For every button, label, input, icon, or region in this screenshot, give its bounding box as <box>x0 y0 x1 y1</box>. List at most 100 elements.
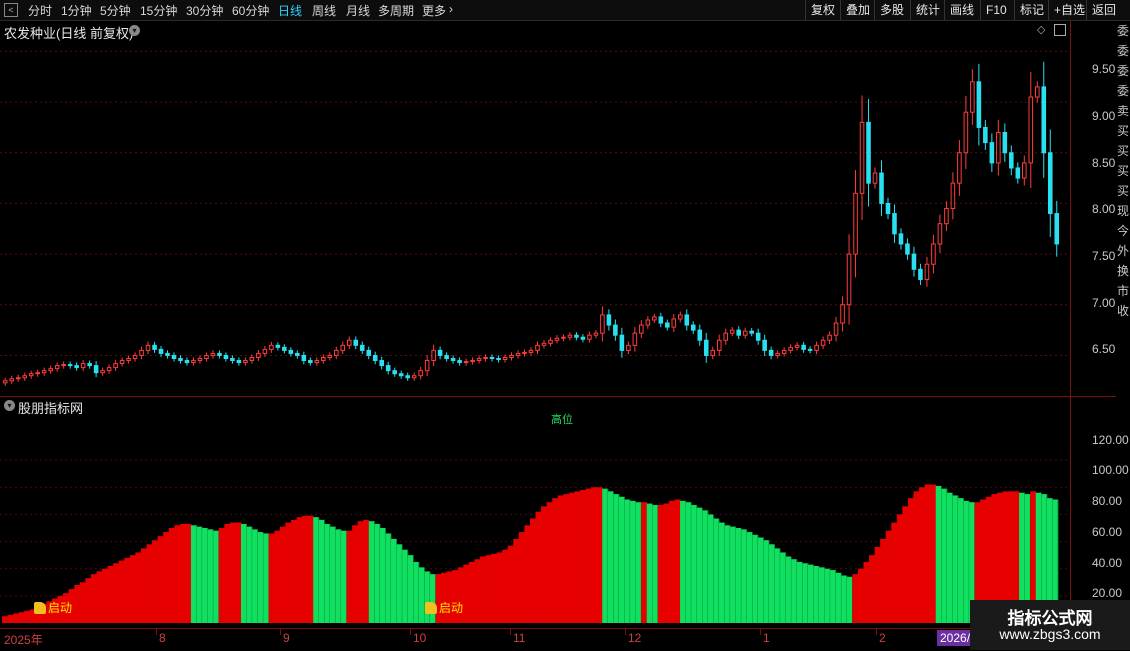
candle <box>1015 167 1021 179</box>
panel-toggle-icon[interactable] <box>1054 24 1066 36</box>
candle <box>626 344 631 351</box>
indicator-bar <box>7 614 14 623</box>
period-5min[interactable]: 5分钟 <box>100 2 131 19</box>
candle <box>885 202 891 215</box>
candle <box>768 349 774 356</box>
date-tick <box>625 629 626 635</box>
candle <box>282 346 287 351</box>
candle <box>197 358 203 362</box>
indicator-bar <box>418 567 425 623</box>
add-watchlist-button[interactable]: +自选 <box>1048 0 1090 20</box>
indicator-bar <box>240 523 247 623</box>
indicator-chart <box>0 459 1070 623</box>
indicator-bar <box>318 519 325 623</box>
return-button[interactable]: 返回 <box>1086 0 1121 20</box>
indicator-bar <box>702 510 709 623</box>
date-tick <box>156 629 157 635</box>
indicator-bar <box>507 545 514 623</box>
indicator-panel[interactable]: ▾ 股朋指标网 高位 启动 启动 <box>0 397 1070 627</box>
period-1min[interactable]: 1分钟 <box>61 2 92 19</box>
candle <box>392 370 397 375</box>
indicator-dropdown-icon[interactable]: ▾ <box>4 400 15 411</box>
indicator-bar <box>585 488 592 623</box>
indicator-bar <box>657 504 664 623</box>
indicator-bar <box>896 514 903 623</box>
date-label: 2 <box>879 631 886 645</box>
candle <box>957 152 962 184</box>
candle <box>236 360 242 364</box>
mark-button[interactable]: 标记 <box>1014 0 1049 20</box>
period-30min[interactable]: 30分钟 <box>186 2 223 19</box>
flag-icon <box>425 602 437 614</box>
candle <box>574 334 579 338</box>
candle <box>158 348 164 354</box>
candlestick-panel[interactable]: 农发种业(日线 前复权) ▾ ◇ <box>0 21 1070 396</box>
date-label: 1 <box>763 631 770 645</box>
indicator-bar <box>279 526 286 623</box>
candle <box>710 349 716 356</box>
period-15min[interactable]: 15分钟 <box>140 2 177 19</box>
candle <box>762 339 767 351</box>
indicator-bar <box>774 548 781 623</box>
more-chevron-icon[interactable]: › <box>449 2 453 16</box>
indicator-bar <box>874 547 881 623</box>
indicator-bar <box>363 519 370 623</box>
candle <box>398 373 404 377</box>
back-arrow-icon[interactable]: < <box>4 3 18 17</box>
indicator-bar <box>163 532 170 623</box>
candle <box>230 358 235 362</box>
statistics-button[interactable]: 统计 <box>910 0 945 20</box>
strip-char: 买 <box>1116 164 1129 178</box>
indicator-bar <box>591 487 598 623</box>
restore-rights-button[interactable]: 复权 <box>805 0 840 20</box>
candle <box>846 253 852 306</box>
indicator-bar <box>179 523 186 623</box>
candle <box>931 243 936 265</box>
candle <box>496 358 501 361</box>
indicator-bar <box>341 530 347 623</box>
candle <box>346 339 352 346</box>
period-60min[interactable]: 60分钟 <box>232 2 269 19</box>
cursor-date-highlight: 2026/ <box>937 630 972 646</box>
draw-line-button[interactable]: 画线 <box>944 0 979 20</box>
indicator-bar <box>796 561 803 623</box>
candle <box>587 334 592 340</box>
candle <box>243 360 248 364</box>
candle <box>652 316 657 321</box>
candle <box>905 243 910 255</box>
candle <box>327 354 333 358</box>
indicator-bar <box>618 496 625 623</box>
period-weekly[interactable]: 周线 <box>312 2 336 19</box>
f10-button[interactable]: F10 <box>980 0 1012 20</box>
indicator-bar <box>213 530 220 623</box>
candle <box>405 375 410 379</box>
multi-stock-button[interactable]: 多股 <box>874 0 909 20</box>
period-multi[interactable]: 多周期 <box>378 2 414 19</box>
title-dropdown-icon[interactable]: ▾ <box>129 25 140 36</box>
candle <box>970 81 975 113</box>
candle <box>1028 96 1034 164</box>
period-daily[interactable]: 日线 <box>278 2 302 19</box>
indicator-bar <box>913 491 920 623</box>
period-monthly[interactable]: 月线 <box>346 2 370 19</box>
candle <box>262 348 268 354</box>
indicator-bar <box>102 568 108 623</box>
candle <box>963 111 969 154</box>
indicator-bar <box>2 616 8 623</box>
candle <box>1002 131 1008 154</box>
candle <box>911 253 917 270</box>
candle <box>41 370 47 374</box>
period-more[interactable]: 更多 <box>422 2 446 19</box>
candle <box>1047 152 1053 215</box>
candle <box>729 329 735 334</box>
candle <box>93 365 99 374</box>
indicator-bar <box>730 526 737 623</box>
diamond-icon[interactable]: ◇ <box>1037 23 1045 36</box>
candle <box>223 354 229 360</box>
candle <box>801 344 806 350</box>
indicator-bar <box>613 494 620 623</box>
candle <box>450 358 456 362</box>
period-intraday[interactable]: 分时 <box>28 2 52 19</box>
overlay-button[interactable]: 叠加 <box>840 0 875 20</box>
candle <box>755 332 761 341</box>
